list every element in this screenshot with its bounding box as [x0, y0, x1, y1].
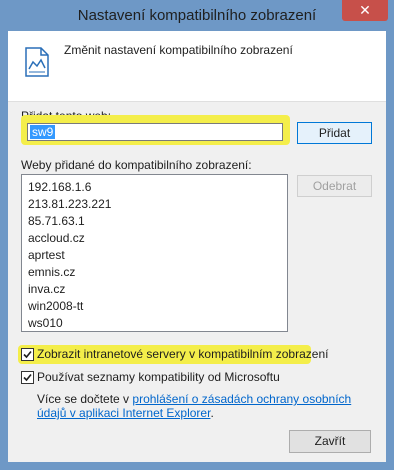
list-item[interactable]: 85.71.63.1 — [28, 213, 85, 229]
checkmark-icon — [23, 350, 32, 359]
compatibility-view-icon — [25, 47, 49, 77]
list-item[interactable]: aprtest — [28, 247, 65, 263]
title-bar[interactable]: Nastavení kompatibilního zobrazení ✕ — [0, 0, 394, 32]
list-item[interactable]: ws010 — [28, 315, 63, 331]
close-button[interactable]: Zavřít — [289, 430, 371, 453]
window-title: Nastavení kompatibilního zobrazení — [77, 7, 317, 24]
microsoft-lists-label[interactable]: Používat seznamy kompatibility od Micros… — [37, 370, 280, 384]
privacy-text: Více se dočtete v prohlášení o zásadách … — [37, 392, 377, 420]
list-item[interactable]: inva.cz — [28, 281, 65, 297]
add-site-input-value: sw9 — [30, 125, 56, 139]
sites-list-label: Weby přidané do kompatibilního zobrazení… — [21, 158, 252, 172]
sites-listbox[interactable]: 192.168.1.6 213.81.223.221 85.71.63.1 ac… — [21, 174, 288, 332]
intranet-checkbox[interactable] — [21, 348, 34, 361]
checkmark-icon — [23, 373, 32, 382]
privacy-prefix: Více se dočtete v — [37, 392, 130, 406]
list-item[interactable]: emnis.cz — [28, 264, 75, 280]
microsoft-lists-checkbox[interactable] — [21, 371, 34, 384]
close-window-button[interactable]: ✕ — [342, 0, 388, 21]
add-button[interactable]: Přidat — [297, 122, 372, 144]
list-item[interactable]: 213.81.223.221 — [28, 196, 111, 212]
add-site-input[interactable]: sw9 — [27, 123, 283, 141]
remove-button[interactable]: Odebrat — [297, 175, 372, 197]
header-text: Změnit nastavení kompatibilního zobrazen… — [64, 43, 293, 57]
dialog-client-area: Změnit nastavení kompatibilního zobrazen… — [8, 31, 386, 462]
list-item[interactable]: win2008-tt — [28, 298, 83, 314]
compatibility-view-dialog: Nastavení kompatibilního zobrazení ✕ Změ… — [0, 0, 394, 470]
header-band: Změnit nastavení kompatibilního zobrazen… — [8, 31, 386, 102]
list-item[interactable]: accloud.cz — [28, 230, 85, 246]
intranet-label[interactable]: Zobrazit intranetové servery v kompatibi… — [37, 347, 328, 361]
privacy-suffix: . — [210, 406, 214, 420]
list-item[interactable]: 192.168.1.6 — [28, 179, 91, 195]
